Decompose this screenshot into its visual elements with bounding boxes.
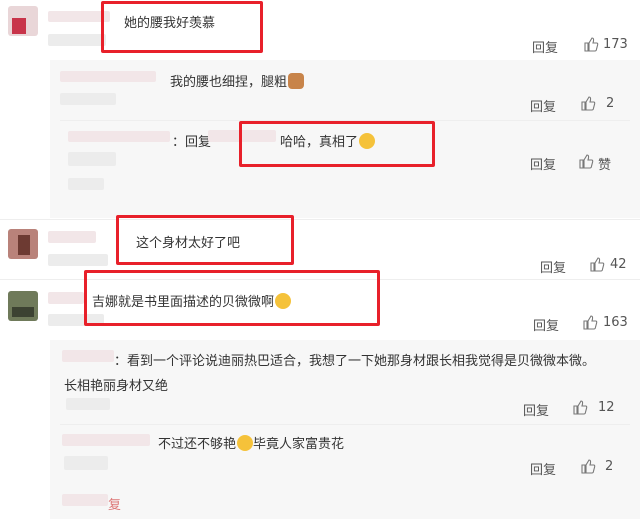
reply-button[interactable]: 回复 xyxy=(530,459,556,478)
thumbs-up-icon[interactable] xyxy=(589,256,605,272)
comment-meta-blurred xyxy=(48,254,108,266)
reply-meta-blurred xyxy=(64,456,108,470)
highlight-box xyxy=(116,215,294,265)
divider xyxy=(60,424,630,425)
reply-button[interactable]: 回复 xyxy=(530,96,556,115)
like-count: 12 xyxy=(598,400,615,415)
highlight-box xyxy=(84,270,380,326)
reply-meta-blurred xyxy=(68,152,116,166)
username-blurred[interactable] xyxy=(62,434,150,446)
partial-text: 复 xyxy=(108,498,122,513)
like-count: 173 xyxy=(603,37,628,52)
reply-text-after: 毕竟人家富贵花 xyxy=(253,437,345,452)
reply-button[interactable]: 回复 xyxy=(540,257,566,276)
username-blurred[interactable] xyxy=(68,131,170,142)
avatar[interactable] xyxy=(8,6,38,36)
avatar[interactable] xyxy=(8,291,38,321)
like-count: 163 xyxy=(603,315,628,330)
cat-face-emoji-icon xyxy=(288,73,305,89)
reply-meta-blurred xyxy=(66,398,110,410)
reply-text-body: 我的腰也细捏，腿粗 xyxy=(170,75,288,90)
thumbs-up-icon[interactable] xyxy=(580,95,596,111)
reply-meta-blurred xyxy=(60,93,116,105)
username-blurred[interactable] xyxy=(62,494,108,506)
username-blurred[interactable] xyxy=(48,231,96,243)
reply-button[interactable]: 回复 xyxy=(523,400,549,419)
highlight-box xyxy=(101,1,263,53)
comment-meta-blurred xyxy=(48,34,106,46)
reply-button[interactable]: 回复 xyxy=(530,154,556,173)
thumbs-up-icon[interactable] xyxy=(578,153,594,169)
username-blurred[interactable] xyxy=(62,350,114,362)
username-blurred[interactable] xyxy=(48,292,84,304)
like-count: 2 xyxy=(606,96,615,111)
reply-text: ：看到一个评论说迪丽热巴适合，我想了一下她那身材跟长相我觉得是贝微微本微。 xyxy=(114,354,596,369)
highlight-box xyxy=(239,121,435,167)
reply-text: 我的腰也细捏，腿粗 xyxy=(170,71,305,90)
reply-text-line2: 长相艳丽身材又绝 xyxy=(64,379,169,394)
reply-text-body: 不过还不够艳 xyxy=(158,437,237,452)
avatar[interactable] xyxy=(8,229,38,259)
reply-prefix: ：回复 xyxy=(172,135,212,150)
reply-meta-blurred xyxy=(68,178,104,190)
grinning-emoji-icon xyxy=(237,435,254,451)
reply-button[interactable]: 回复 xyxy=(533,315,559,334)
reply-button[interactable]: 回复 xyxy=(532,37,558,56)
reply-text: 不过还不够艳 毕竟人家富贵花 xyxy=(158,433,344,452)
thumbs-up-icon[interactable] xyxy=(583,36,599,52)
thumbs-up-icon[interactable] xyxy=(580,458,596,474)
like-count: 2 xyxy=(605,459,614,474)
like-count: 赞 xyxy=(598,158,612,173)
username-blurred[interactable] xyxy=(60,71,156,82)
like-count: 42 xyxy=(610,257,627,272)
thumbs-up-icon[interactable] xyxy=(582,314,598,330)
thumbs-up-icon[interactable] xyxy=(572,399,588,415)
divider xyxy=(0,219,640,220)
